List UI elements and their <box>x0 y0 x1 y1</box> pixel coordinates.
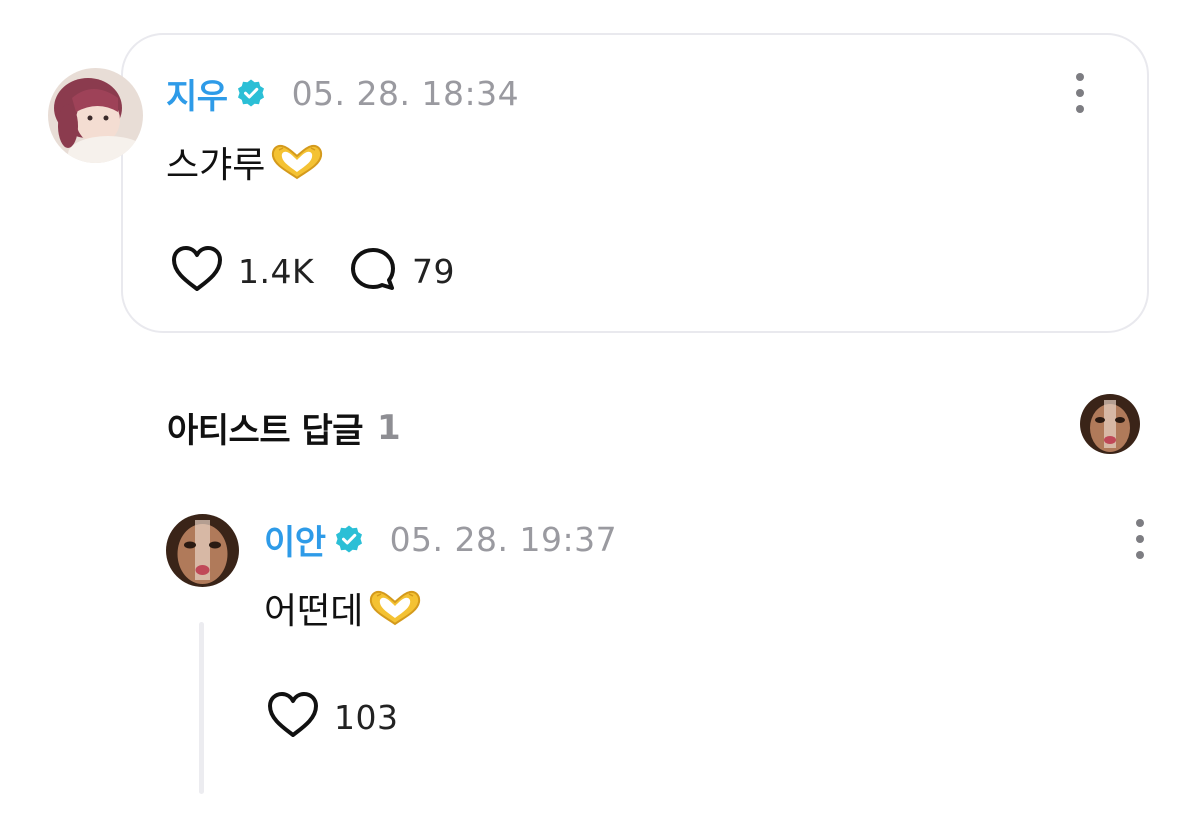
reply-like-count: 103 <box>334 697 399 737</box>
artist-replies-header: 아티스트 답글 1 <box>167 403 401 452</box>
reply-content: 어떤데 <box>264 584 423 632</box>
heart-icon <box>266 691 320 743</box>
reply-thread-line <box>199 622 204 794</box>
reply-header: 이안 05. 28. 19:37 <box>264 515 618 564</box>
heart-hands-emoji-icon <box>367 588 423 628</box>
page: 지우 05. 28. 18:34 스갸루 1.4K 79 아티스트 답글 1 이… <box>0 0 1200 816</box>
post-reply-button[interactable]: 79 <box>348 246 455 296</box>
speech-bubble-icon <box>348 244 398 298</box>
reply-author-avatar[interactable] <box>166 514 239 587</box>
heart-hands-emoji-icon <box>269 142 325 182</box>
reply-more-options-icon[interactable] <box>1125 514 1155 564</box>
post-reply-count: 79 <box>412 251 455 291</box>
artist-replies-count: 1 <box>377 407 401 448</box>
artist-avatar[interactable] <box>1080 394 1140 454</box>
verified-badge-icon <box>334 524 364 554</box>
reply-author-name[interactable]: 이안 <box>264 515 326 564</box>
verified-badge-icon <box>236 78 266 108</box>
post-more-options-icon[interactable] <box>1065 68 1095 118</box>
reply-timestamp: 05. 28. 19:37 <box>389 519 618 559</box>
reply-text: 어떤데 <box>264 591 364 632</box>
heart-icon <box>170 245 224 297</box>
reply-like-button[interactable]: 103 <box>266 692 399 742</box>
post-author-name[interactable]: 지우 <box>166 69 228 118</box>
post-content: 스갸루 <box>166 138 325 186</box>
post-like-button[interactable]: 1.4K <box>170 246 314 296</box>
artist-replies-title: 아티스트 답글 <box>167 411 364 451</box>
post-timestamp: 05. 28. 18:34 <box>291 73 520 113</box>
post-header: 지우 05. 28. 18:34 <box>166 69 520 118</box>
post-text: 스갸루 <box>166 145 266 186</box>
post-author-avatar[interactable] <box>48 68 143 163</box>
post-like-count: 1.4K <box>238 251 315 291</box>
